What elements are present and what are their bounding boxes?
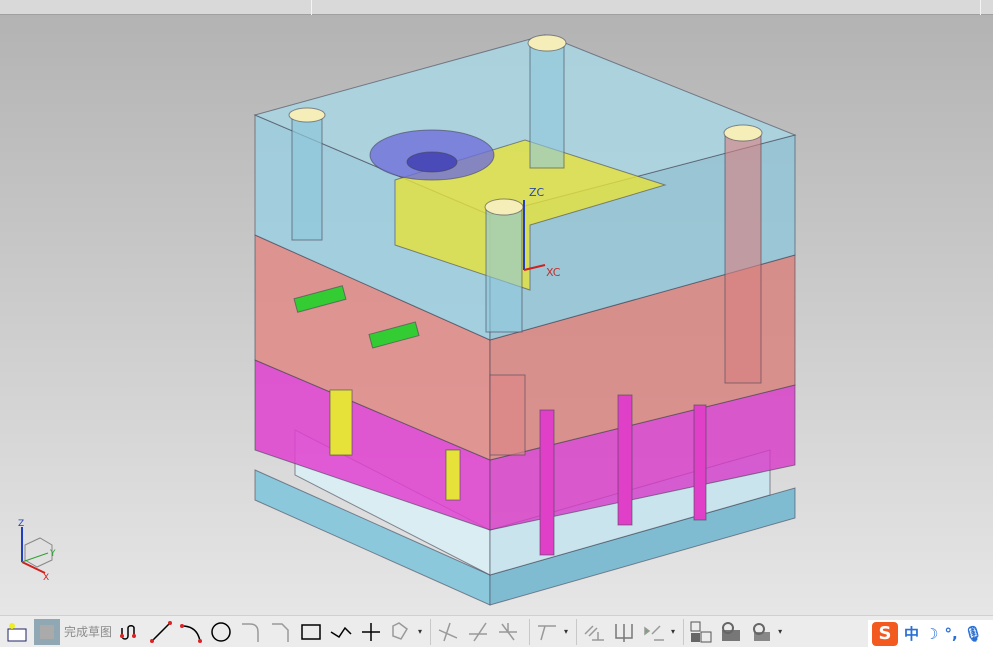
sketch-toolbar: 完成草图 ▾ ▾ ▾ ▾ bbox=[0, 615, 993, 647]
divider bbox=[529, 618, 531, 645]
moon-icon[interactable]: ☽ bbox=[925, 625, 938, 643]
sketch-preferences-button[interactable] bbox=[4, 619, 30, 645]
divider bbox=[430, 618, 432, 645]
title-bar bbox=[0, 0, 993, 15]
graphics-viewport[interactable]: ZC XC Z Y X bbox=[0, 15, 993, 615]
studio-spline-icon[interactable] bbox=[328, 619, 354, 645]
animate-dimension-icon[interactable] bbox=[748, 619, 774, 645]
finish-sketch-button[interactable]: 完成草图 bbox=[64, 623, 112, 640]
show-constraints-icon[interactable] bbox=[641, 619, 667, 645]
wcs-xc-label: XC bbox=[546, 266, 561, 279]
divider bbox=[683, 618, 685, 645]
mold-assembly-model[interactable]: ZC XC Z Y X bbox=[0, 15, 993, 615]
divider bbox=[311, 0, 312, 15]
guide-pillar bbox=[529, 42, 565, 169]
parallel-constraint-icon[interactable] bbox=[581, 619, 607, 645]
ime-mode-toggle[interactable]: 中 bbox=[904, 623, 919, 644]
geometric-constraint-icon[interactable] bbox=[611, 619, 637, 645]
line-icon[interactable] bbox=[148, 619, 174, 645]
convert-reference-icon[interactable] bbox=[688, 619, 714, 645]
chamfer-icon[interactable] bbox=[268, 619, 294, 645]
dropdown-arrow[interactable]: ▾ bbox=[564, 627, 568, 636]
view-triad[interactable]: Z Y X bbox=[18, 519, 56, 583]
arc-icon[interactable] bbox=[178, 619, 204, 645]
profile-icon[interactable] bbox=[118, 619, 144, 645]
ime-status-bar[interactable]: S 中 ☽ °, 🎙 bbox=[868, 620, 993, 647]
make-corner-icon[interactable] bbox=[495, 619, 521, 645]
point-icon[interactable] bbox=[358, 619, 384, 645]
quick-extend-icon[interactable] bbox=[465, 619, 491, 645]
dimension-icon[interactable] bbox=[534, 619, 560, 645]
alternate-solution-icon[interactable] bbox=[718, 619, 744, 645]
triad-y-label: Y bbox=[49, 549, 56, 559]
finish-flag-icon[interactable] bbox=[34, 618, 60, 645]
fillet-icon[interactable] bbox=[238, 619, 264, 645]
divider bbox=[980, 0, 981, 15]
divider bbox=[576, 618, 578, 645]
quick-trim-icon[interactable] bbox=[435, 619, 461, 645]
punctuation-toggle[interactable]: °, bbox=[944, 625, 957, 643]
dropdown-arrow[interactable]: ▾ bbox=[671, 627, 675, 636]
dropdown-arrow[interactable]: ▾ bbox=[418, 627, 422, 636]
wcs-zc-label: ZC bbox=[529, 186, 545, 199]
sogou-logo: S bbox=[872, 621, 898, 646]
dropdown-arrow[interactable]: ▾ bbox=[778, 627, 782, 636]
triad-z-label: Z bbox=[18, 519, 24, 529]
rectangle-icon[interactable] bbox=[298, 619, 324, 645]
triad-x-label: X bbox=[43, 573, 49, 583]
microphone-icon[interactable]: 🎙 bbox=[964, 625, 983, 643]
circle-icon[interactable] bbox=[208, 619, 234, 645]
guide-pillar bbox=[724, 132, 762, 384]
guide-pillar bbox=[291, 114, 323, 241]
guide-pillar bbox=[485, 206, 523, 333]
offset-curve-icon[interactable] bbox=[388, 619, 414, 645]
